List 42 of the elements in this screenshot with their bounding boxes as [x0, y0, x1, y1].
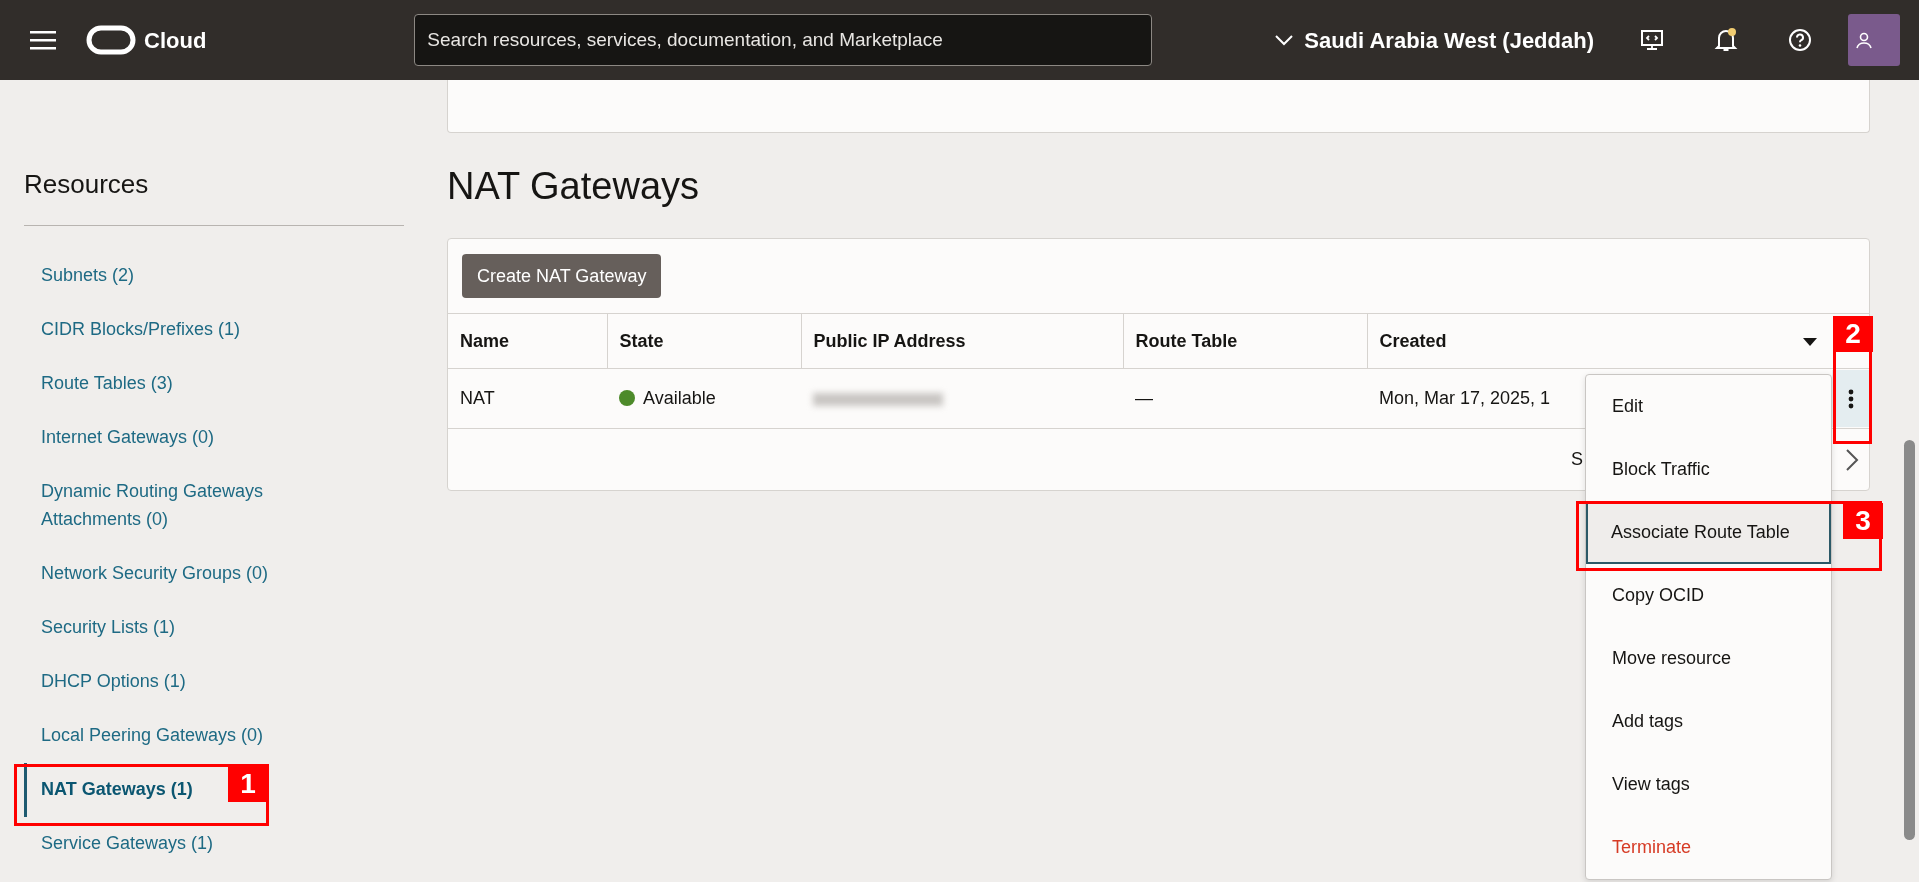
table-cell: NAT [460, 388, 495, 408]
sidebar-item[interactable]: Route Tables (3) [24, 355, 354, 410]
sidebar-item[interactable]: Service Gateways (1) [24, 816, 354, 871]
sidebar-item[interactable]: DHCP Options (1) [24, 654, 354, 709]
section-title: Resources [24, 168, 150, 200]
search-field[interactable]: Search resources, services, documentation, and Marketplace [414, 14, 1153, 66]
table-cell: — [1135, 388, 1153, 408]
sidebar-item[interactable]: Security Lists (1) [24, 600, 354, 655]
column-header[interactable]: Created [1379, 327, 1447, 355]
menu-item[interactable]: Associate Route Table [1586, 501, 1831, 564]
logo-icon[interactable] [86, 25, 136, 55]
menu-item[interactable]: Copy OCID [1586, 564, 1831, 627]
sidebar-item[interactable]: Network Security Groups (0) [24, 546, 354, 601]
chevron-right-icon[interactable] [1845, 447, 1859, 472]
sidebar-item[interactable]: Dynamic Routing Gateways Attachments (0) [24, 463, 354, 547]
sidebar-item[interactable]: Local Peering Gateways (0) [24, 708, 354, 763]
table-cell: Mon, Mar 17, 2025, 1 [1379, 388, 1551, 408]
menu-item[interactable]: Edit [1586, 375, 1831, 438]
sidebar-item[interactable]: Subnets (2) [24, 248, 354, 302]
menu-item[interactable]: Add tags [1586, 690, 1831, 753]
more-options-icon[interactable] [1832, 370, 1869, 427]
column-header[interactable]: Name [460, 327, 510, 355]
sidebar-item[interactable]: CIDR Blocks/Prefixes (1) [24, 302, 354, 356]
brand-name: Cloud [144, 26, 207, 55]
page-title: NAT Gateways [447, 164, 700, 209]
chevron-down-icon[interactable] [1274, 34, 1295, 46]
pagination-text: S [1571, 448, 1583, 471]
scrollbar-thumb[interactable] [1904, 440, 1915, 840]
menu-item[interactable]: Block Traffic [1586, 438, 1831, 501]
column-header[interactable]: State [619, 327, 664, 355]
avatar-icon[interactable] [1848, 14, 1900, 66]
status-text: Available [643, 388, 716, 408]
sidebar-item[interactable]: Internet Gateways (0) [24, 409, 354, 464]
create-button[interactable]: Create NAT Gateway [462, 254, 662, 298]
menu-icon[interactable] [30, 30, 56, 50]
annotation-number: 1 [228, 766, 268, 802]
annotation-number: 2 [1833, 316, 1873, 352]
menu-item[interactable]: View tags [1586, 753, 1831, 816]
region-selector[interactable]: Saudi Arabia West (Jeddah) [1304, 23, 1594, 57]
annotation-number: 3 [1843, 503, 1883, 539]
menu-item[interactable]: Move resource [1586, 627, 1831, 690]
menu-item[interactable]: Terminate [1586, 816, 1831, 879]
